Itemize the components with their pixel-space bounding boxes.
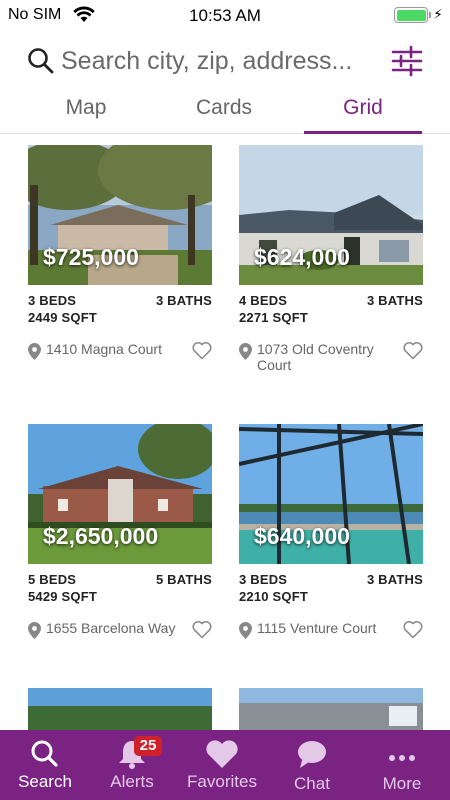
listing-baths: 3 BATHS bbox=[366, 572, 423, 587]
listing-card[interactable]: $624,000 4 BEDS 3 BATHS 2271 SQFT 1073 O… bbox=[239, 145, 423, 375]
listing-address: 1115 Venture Court bbox=[257, 620, 377, 636]
listing-price: $624,000 bbox=[254, 244, 350, 270]
listing-card[interactable]: $2,650,000 5 BEDS 5 BATHS 5429 SQFT 1655… bbox=[28, 424, 212, 654]
location-pin-icon bbox=[28, 622, 41, 639]
listing-price: $2,650,000 bbox=[43, 523, 159, 549]
listing-baths: 3 BATHS bbox=[155, 293, 212, 308]
listing-address-row: 1115 Venture Court bbox=[239, 614, 423, 654]
listing-beds: 5 BEDS bbox=[28, 572, 77, 587]
location-pin-icon bbox=[239, 343, 252, 360]
favorite-heart-icon[interactable] bbox=[192, 620, 212, 639]
listing-beds: 3 BEDS bbox=[239, 572, 288, 587]
nav-label: Search bbox=[18, 772, 72, 791]
listing-specs: 5 BEDS 5 BATHS 5429 SQFT bbox=[28, 572, 212, 608]
view-tabs: Map Cards Grid bbox=[0, 90, 450, 134]
listing-photo[interactable] bbox=[28, 688, 212, 730]
tab-grid[interactable]: Grid bbox=[304, 96, 422, 134]
listing-photo[interactable]: $624,000 bbox=[239, 145, 423, 285]
listing-card[interactable] bbox=[28, 688, 212, 730]
charging-bolt-icon: ⚡ bbox=[433, 6, 443, 22]
listing-sqft: 2449 SQFT bbox=[28, 310, 97, 325]
listing-address-row: 1410 Magna Court bbox=[28, 335, 212, 375]
favorite-heart-icon[interactable] bbox=[403, 341, 423, 360]
listing-sqft: 2210 SQFT bbox=[239, 589, 308, 604]
listing-beds: 3 BEDS bbox=[28, 293, 77, 308]
listing-beds: 4 BEDS bbox=[239, 293, 288, 308]
listing-price: $640,000 bbox=[254, 523, 350, 549]
listing-photo[interactable]: $725,000 bbox=[28, 145, 212, 285]
listing-address-row: 1655 Barcelona Way bbox=[28, 614, 212, 654]
listing-card[interactable]: $640,000 3 BEDS 3 BATHS 2210 SQFT 1115 V… bbox=[239, 424, 423, 654]
listing-specs: 4 BEDS 3 BATHS 2271 SQFT bbox=[239, 293, 423, 329]
nav-label: More bbox=[382, 774, 422, 793]
battery-icon bbox=[394, 7, 431, 23]
app-screen: No SIM 10:53 AM ⚡ Map bbox=[0, 0, 450, 800]
nav-alerts[interactable]: 25 Alerts bbox=[87, 730, 177, 800]
chat-bubble-icon bbox=[298, 741, 326, 768]
nav-label: Favorites bbox=[187, 772, 257, 791]
nav-search[interactable]: Search bbox=[0, 730, 90, 800]
listing-address-row: 1073 Old Coventry Court bbox=[239, 335, 423, 375]
listing-baths: 3 BATHS bbox=[366, 293, 423, 308]
listing-photo[interactable]: $640,000 bbox=[239, 424, 423, 564]
listing-address: 1655 Barcelona Way bbox=[46, 620, 176, 636]
listing-baths: 5 BATHS bbox=[155, 572, 212, 587]
listing-card[interactable] bbox=[239, 688, 423, 730]
listing-specs: 3 BEDS 3 BATHS 2210 SQFT bbox=[239, 572, 423, 608]
favorite-heart-icon[interactable] bbox=[403, 620, 423, 639]
listing-photo[interactable] bbox=[239, 688, 423, 730]
heart-icon bbox=[206, 740, 238, 768]
filter-sliders-icon[interactable] bbox=[390, 44, 424, 78]
nav-label: Chat bbox=[294, 774, 330, 793]
nav-label: Alerts bbox=[110, 772, 154, 791]
search-icon[interactable] bbox=[26, 46, 56, 76]
location-pin-icon bbox=[28, 343, 41, 360]
clock: 10:53 AM bbox=[189, 6, 261, 25]
listing-price: $725,000 bbox=[43, 244, 139, 270]
alerts-badge: 25 bbox=[134, 736, 162, 756]
listing-photo[interactable]: $2,650,000 bbox=[28, 424, 212, 564]
tab-cards[interactable]: Cards bbox=[165, 96, 283, 134]
location-pin-icon bbox=[239, 622, 252, 639]
listing-card[interactable]: $725,000 3 BEDS 3 BATHS 2449 SQFT 1410 M… bbox=[28, 145, 212, 375]
listing-address: 1410 Magna Court bbox=[46, 341, 162, 357]
listing-sqft: 2271 SQFT bbox=[239, 310, 308, 325]
listing-specs: 3 BEDS 3 BATHS 2449 SQFT bbox=[28, 293, 212, 329]
search-input[interactable] bbox=[61, 42, 381, 80]
status-bar: No SIM 10:53 AM ⚡ bbox=[0, 0, 450, 30]
more-dots-icon bbox=[389, 755, 415, 761]
nav-chat[interactable]: Chat bbox=[267, 730, 357, 800]
listing-address: 1073 Old Coventry Court bbox=[257, 341, 374, 373]
nav-favorites[interactable]: Favorites bbox=[177, 730, 267, 800]
search-icon bbox=[31, 740, 58, 767]
listing-sqft: 5429 SQFT bbox=[28, 589, 97, 604]
bottom-nav: Search 25 Alerts Favorites Chat More bbox=[0, 730, 450, 800]
nav-more[interactable]: More bbox=[357, 730, 447, 800]
listing-grid: $725,000 3 BEDS 3 BATHS 2449 SQFT 1410 M… bbox=[0, 135, 450, 730]
tab-map[interactable]: Map bbox=[27, 96, 145, 134]
favorite-heart-icon[interactable] bbox=[192, 341, 212, 360]
search-bar bbox=[0, 38, 450, 84]
